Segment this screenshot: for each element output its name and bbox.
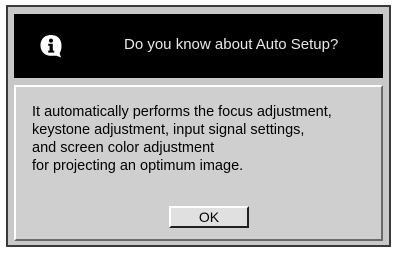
message-line: for projecting an optimum image. bbox=[32, 158, 244, 174]
message-line: It automatically performs the focus adju… bbox=[32, 104, 332, 120]
ok-button[interactable]: OK bbox=[169, 206, 249, 228]
dialog-body: It automatically performs the focus adju… bbox=[14, 85, 383, 241]
message-line: keystone adjustment, input signal settin… bbox=[32, 122, 305, 138]
dialog-title: Do you know about Auto Setup? bbox=[124, 36, 339, 53]
dialog-message: It automatically performs the focus adju… bbox=[32, 103, 377, 175]
info-icon bbox=[39, 34, 63, 58]
dialog-title-bar: Do you know about Auto Setup? bbox=[14, 14, 383, 78]
message-line: and screen color adjustment bbox=[32, 140, 215, 156]
auto-setup-dialog: Do you know about Auto Setup? It automat… bbox=[6, 5, 391, 247]
